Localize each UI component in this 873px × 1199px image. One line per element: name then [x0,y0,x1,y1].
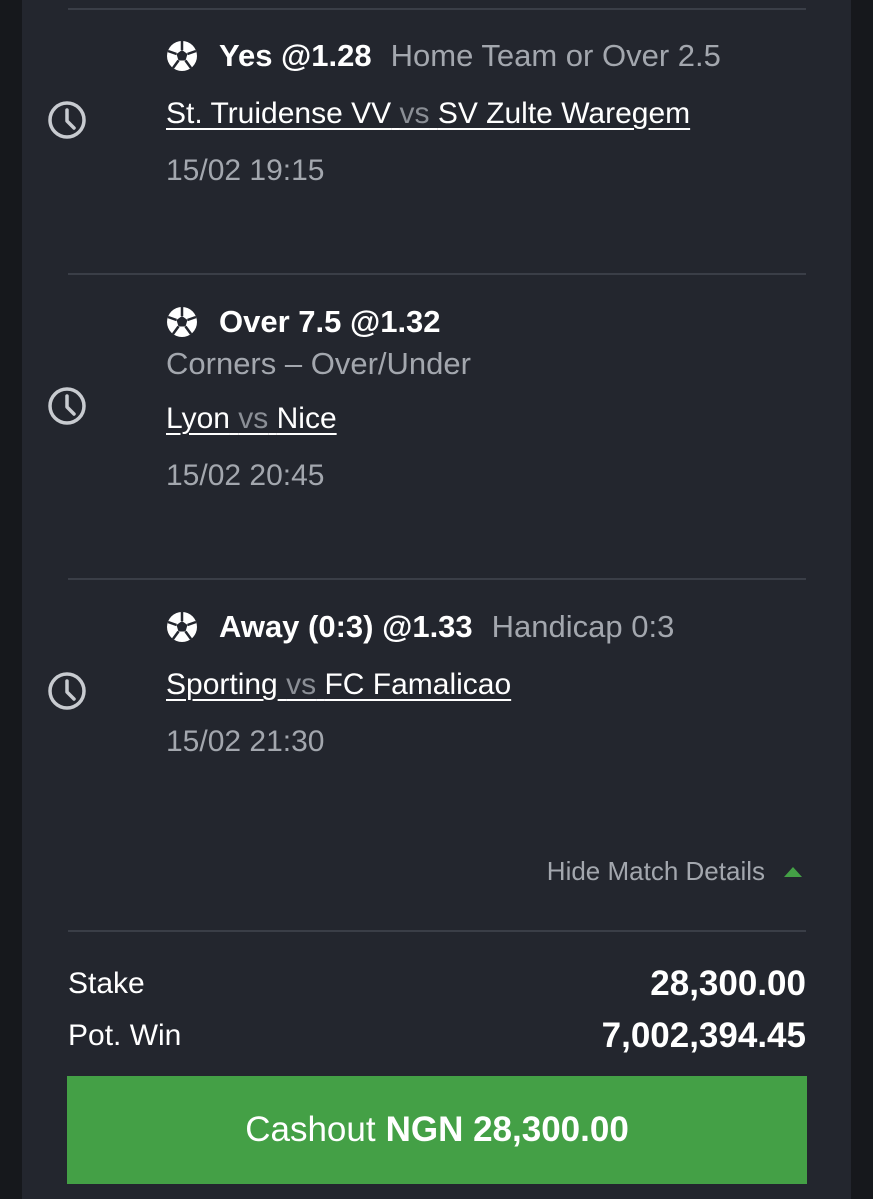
vs-label: vs [238,402,269,435]
match-link[interactable]: Lyon vs Nice [166,402,337,436]
market-name: Corners – Over/Under [166,346,471,381]
cashout-button[interactable]: Cashout NGN 28,300.00 [67,1076,807,1184]
market-name: Handicap 0:3 [491,609,675,644]
selection-pick: Away (0:3) @1.33 [219,609,473,644]
divider [68,578,806,580]
clock-icon [48,672,86,710]
clock-icon [48,387,86,425]
match-link[interactable]: Sporting vs FC Famalicao [166,668,511,702]
vs-label: vs [286,668,317,701]
soccer-ball-icon [167,41,197,71]
divider [68,273,806,275]
match-datetime: 15/02 20:45 [166,459,325,492]
away-team[interactable]: Nice [277,402,337,435]
soccer-ball-icon [167,612,197,642]
away-team[interactable]: SV Zulte Waregem [438,97,690,130]
selection-row: Away (0:3) @1.33 Handicap 0:3 [166,609,674,645]
divider [68,8,806,10]
stake-label: Stake [68,967,145,1000]
caret-up-icon [784,866,802,877]
match-link[interactable]: St. Truidense VV vs SV Zulte Waregem [166,97,690,131]
clock-icon [48,101,86,139]
away-team[interactable]: FC Famalicao [324,668,511,701]
match-datetime: 15/02 19:15 [166,154,325,187]
selection-pick: Over 7.5 @1.32 [219,304,441,339]
pot-win-value: 7,002,394.45 [601,1016,806,1055]
divider [68,930,806,932]
home-team[interactable]: Sporting [166,668,278,701]
cashout-label: Cashout [245,1110,376,1149]
home-team[interactable]: St. Truidense VV [166,97,391,130]
selection-row: Yes @1.28 Home Team or Over 2.5 [166,38,721,74]
match-datetime: 15/02 21:30 [166,725,325,758]
cashout-amount: NGN 28,300.00 [385,1110,629,1149]
selection-pick: Yes @1.28 [219,38,372,73]
pot-win-label: Pot. Win [68,1019,182,1052]
soccer-ball-icon [167,307,197,337]
home-team[interactable]: Lyon [166,402,230,435]
market-name: Home Team or Over 2.5 [390,38,721,73]
selection-row: Over 7.5 @1.32 [166,304,441,340]
hide-match-details-toggle[interactable]: Hide Match Details [547,856,803,887]
vs-label: vs [399,97,430,130]
hide-match-details-label: Hide Match Details [546,856,765,886]
stake-value: 28,300.00 [650,964,806,1003]
